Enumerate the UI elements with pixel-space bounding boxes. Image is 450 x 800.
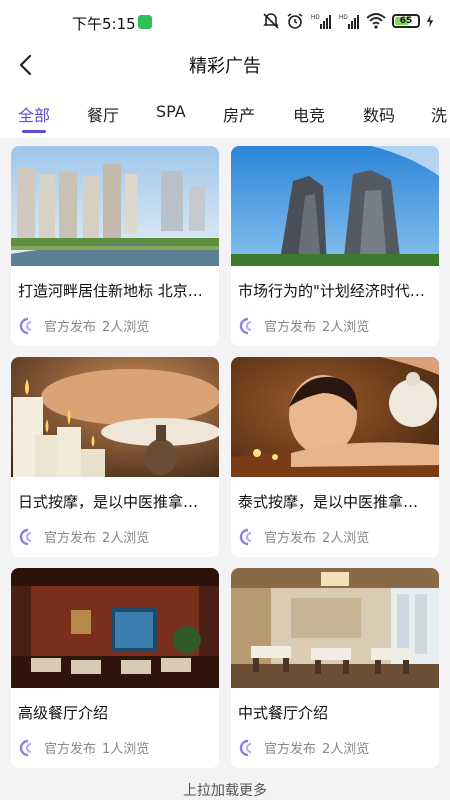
alarm-icon <box>287 13 303 29</box>
ad-card[interactable]: 中式餐厅介绍 官方发布 2人浏览 <box>231 568 439 768</box>
view-count: 2人浏览 <box>322 320 370 335</box>
card-title: 中式餐厅介绍 <box>238 704 329 722</box>
card-image-candles-spa <box>11 357 219 477</box>
load-more-hint[interactable]: 上拉加载更多 <box>0 780 450 800</box>
publisher-label: 官方发布 <box>44 531 97 546</box>
view-count: 2人浏览 <box>102 320 150 335</box>
publisher-logo-icon <box>239 317 252 334</box>
publisher-label: 官方发布 <box>264 742 317 757</box>
card-title: 泰式按摩，是以中医推拿… <box>238 493 419 511</box>
ad-card[interactable]: 打造河畔居住新地标 北京… 官方发布 2人浏览 <box>11 146 219 346</box>
card-meta: 官方发布 2人浏览 <box>18 527 149 546</box>
tab-digital[interactable]: 数码 <box>363 102 395 126</box>
publisher-logo-icon <box>19 528 32 545</box>
tab-all[interactable]: 全部 <box>18 102 50 126</box>
tab-real-estate[interactable]: 房产 <box>223 102 255 126</box>
publisher-logo-icon <box>239 528 252 545</box>
publisher-label: 官方发布 <box>264 320 317 335</box>
card-meta: 官方发布 2人浏览 <box>238 738 369 757</box>
card-meta: 官方发布 2人浏览 <box>238 527 369 546</box>
card-title: 市场行为的"计划经济时代… <box>238 282 425 300</box>
mute-icon <box>263 13 279 29</box>
wechat-notification-icon <box>138 15 152 29</box>
publisher-label: 官方发布 <box>44 742 97 757</box>
publisher-label: 官方发布 <box>264 531 317 546</box>
view-count: 1人浏览 <box>102 742 150 757</box>
tab-spa[interactable]: SPA <box>156 102 186 121</box>
publisher-logo-icon <box>19 739 32 756</box>
publisher-logo-icon <box>19 317 32 334</box>
card-title: 高级餐厅介绍 <box>18 704 109 722</box>
tab-esports[interactable]: 电竞 <box>293 102 325 126</box>
ad-card[interactable]: 高级餐厅介绍 官方发布 1人浏览 <box>11 568 219 768</box>
battery-icon: 65 <box>392 14 420 28</box>
status-icons: HD HD 65 <box>262 12 434 30</box>
tab-restaurant[interactable]: 餐厅 <box>87 102 119 126</box>
charging-icon <box>426 14 434 28</box>
card-image-riverside-buildings <box>11 146 219 266</box>
ad-card[interactable]: 泰式按摩，是以中医推拿… 官方发布 2人浏览 <box>231 357 439 557</box>
ad-card[interactable]: 市场行为的"计划经济时代… 官方发布 2人浏览 <box>231 146 439 346</box>
card-title: 日式按摩，是以中医推拿… <box>18 493 199 511</box>
publisher-label: 官方发布 <box>44 320 97 335</box>
net-label-1: HD <box>311 15 320 21</box>
battery-level-text: 65 <box>399 16 413 26</box>
view-count: 2人浏览 <box>322 742 370 757</box>
card-meta: 官方发布 2人浏览 <box>238 316 369 335</box>
card-image-herbal-compress-massage <box>231 357 439 477</box>
status-time: 下午5:15 <box>72 15 136 33</box>
net-label-2: HD <box>339 15 348 21</box>
card-meta: 官方发布 2人浏览 <box>18 316 149 335</box>
category-tabs: 全部 餐厅 SPA 房产 电竞 数码 洗 <box>0 86 450 138</box>
card-image-high-rise-towers <box>231 146 439 266</box>
wifi-icon <box>366 13 386 29</box>
card-meta: 官方发布 1人浏览 <box>18 738 149 757</box>
active-tab-indicator <box>22 130 46 133</box>
view-count: 2人浏览 <box>322 531 370 546</box>
view-count: 2人浏览 <box>102 531 150 546</box>
nav-bar: 精彩广告 <box>0 44 450 86</box>
signal-icon-2: HD <box>339 15 359 29</box>
card-image-chinese-restaurant <box>231 568 439 688</box>
card-image-luxury-restaurant <box>11 568 219 688</box>
ad-card[interactable]: 日式按摩，是以中医推拿… 官方发布 2人浏览 <box>11 357 219 557</box>
tab-more[interactable]: 洗 <box>431 102 447 126</box>
status-bar: 下午5:15 HD HD 65 <box>0 0 450 44</box>
page-title: 精彩广告 <box>189 56 261 77</box>
signal-icon-1: HD <box>311 15 331 29</box>
publisher-logo-icon <box>239 739 252 756</box>
card-title: 打造河畔居住新地标 北京… <box>18 282 203 300</box>
